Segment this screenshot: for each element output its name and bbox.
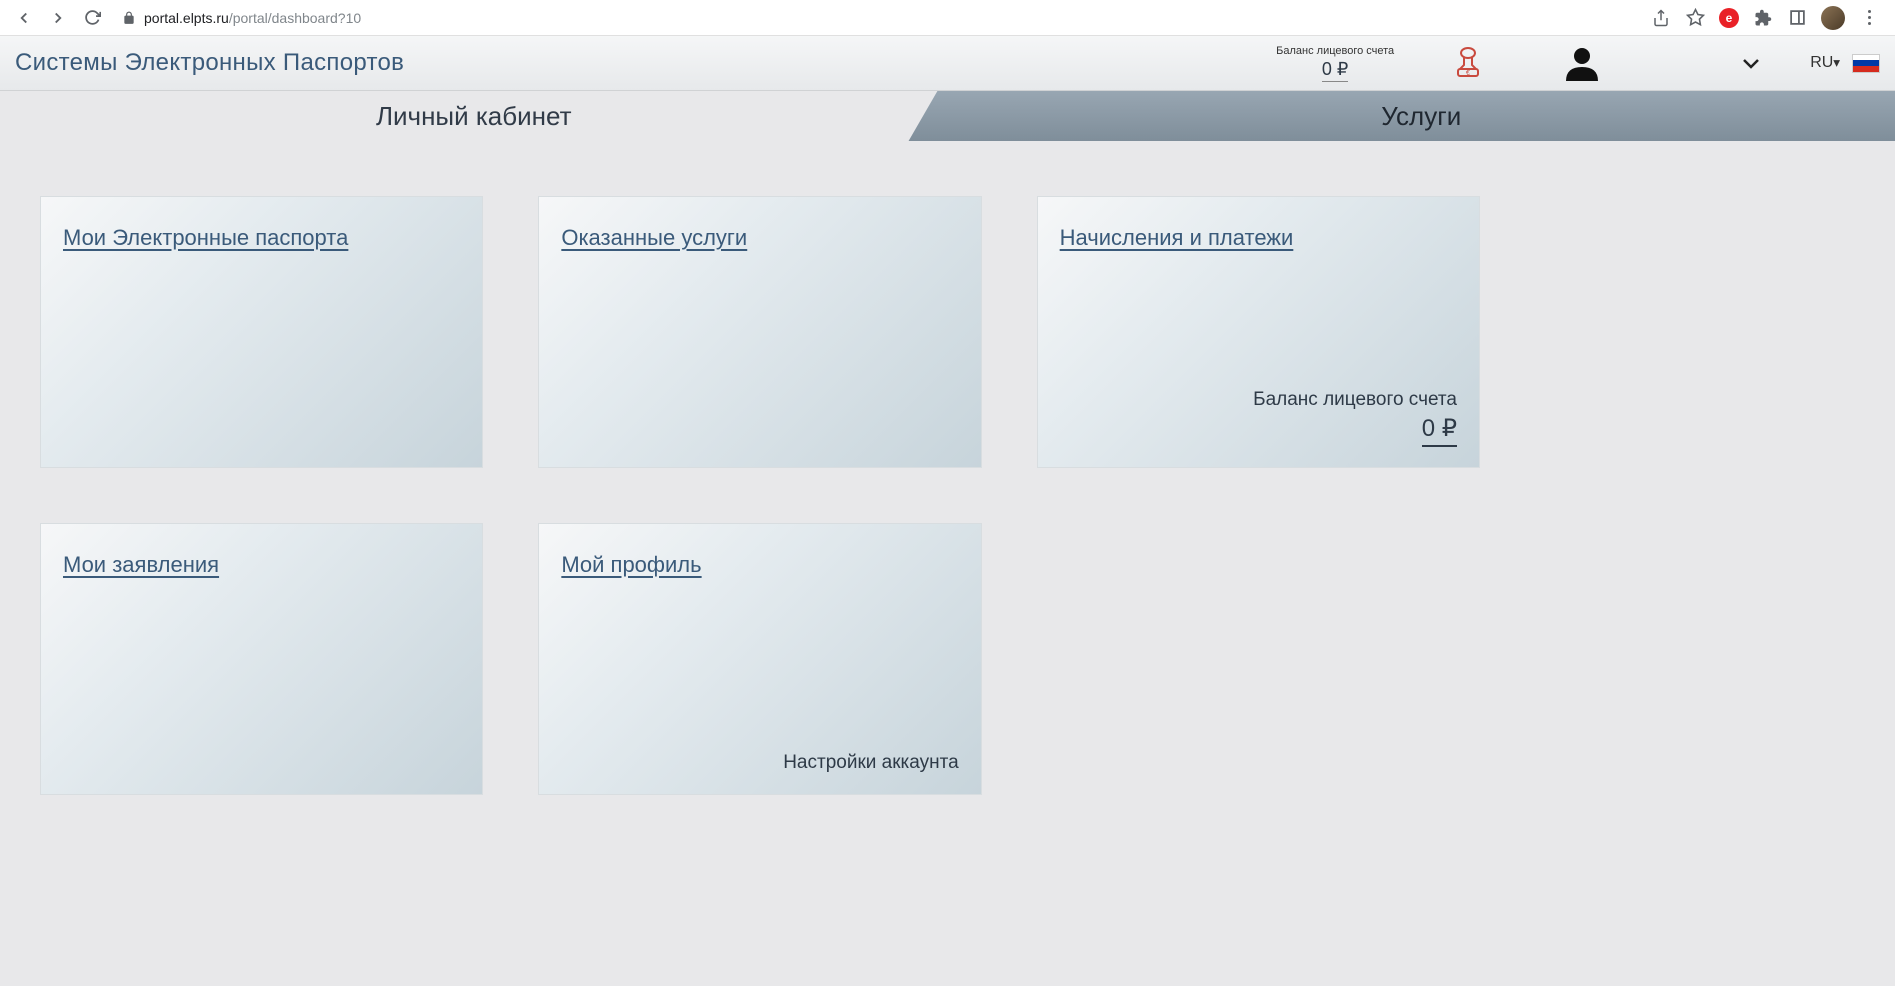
card-my-profile[interactable]: Мой профиль Настройки аккаунта (538, 523, 981, 795)
extension-red-icon[interactable]: e (1719, 8, 1739, 28)
card-rendered-services[interactable]: Оказанные услуги (538, 196, 981, 468)
card-title: Мои заявления (63, 552, 219, 578)
empty-cell (1037, 523, 1480, 795)
star-icon[interactable] (1685, 8, 1705, 28)
reload-button[interactable] (78, 4, 106, 32)
language-text: RU▾ (1810, 54, 1840, 72)
user-silhouette-icon[interactable] (1562, 45, 1602, 81)
card-charges-payments[interactable]: Начисления и платежи Баланс лицевого сче… (1037, 196, 1480, 468)
browser-right-icons: e (1651, 6, 1885, 30)
brand-title: Системы Электронных Паспортов (15, 49, 1276, 77)
cards-grid: Мои Электронные паспорта Оказанные услуг… (40, 196, 1480, 795)
header-balance[interactable]: Баланс лицевого счета 0 ₽ (1276, 45, 1394, 82)
balance-label: Баланс лицевого счета (1276, 45, 1394, 57)
chevron-down-icon[interactable] (1742, 57, 1760, 69)
back-button[interactable] (10, 4, 38, 32)
stamp-icon[interactable]: € (1454, 47, 1482, 79)
extensions-icon[interactable] (1753, 8, 1773, 28)
card-balance-value: 0 ₽ (1422, 414, 1457, 447)
card-profile-settings-label: Настройки аккаунта (783, 752, 958, 774)
panel-icon[interactable] (1787, 8, 1807, 28)
card-title: Оказанные услуги (561, 225, 747, 251)
main-content: Мои Электронные паспорта Оказанные услуг… (0, 141, 1895, 835)
browser-bar: portal.elpts.ru/portal/dashboard?10 e (0, 0, 1895, 36)
flag-ru-icon (1852, 54, 1880, 73)
language-selector[interactable]: RU▾ (1810, 54, 1880, 73)
card-title: Начисления и платежи (1060, 225, 1294, 251)
svg-text:€: € (1466, 70, 1470, 77)
tabs-bar: Личный кабинет Услуги (0, 91, 1895, 141)
menu-icon[interactable] (1859, 10, 1879, 25)
card-balance-label: Баланс лицевого счета (1253, 389, 1457, 411)
card-my-passports[interactable]: Мои Электронные паспорта (40, 196, 483, 468)
lock-icon (122, 11, 136, 25)
app-header: Системы Электронных Паспортов Баланс лиц… (0, 36, 1895, 91)
forward-button[interactable] (44, 4, 72, 32)
profile-avatar-icon[interactable] (1821, 6, 1845, 30)
url-text: portal.elpts.ru/portal/dashboard?10 (144, 10, 361, 26)
tab-services[interactable]: Услуги (948, 91, 1895, 141)
card-title: Мои Электронные паспорта (63, 225, 348, 251)
share-icon[interactable] (1651, 8, 1671, 28)
card-my-applications[interactable]: Мои заявления (40, 523, 483, 795)
balance-value: 0 ₽ (1322, 59, 1348, 82)
tab-personal-cabinet[interactable]: Личный кабинет (0, 91, 948, 141)
card-title: Мой профиль (561, 552, 701, 578)
address-bar[interactable]: portal.elpts.ru/portal/dashboard?10 (112, 10, 1645, 26)
